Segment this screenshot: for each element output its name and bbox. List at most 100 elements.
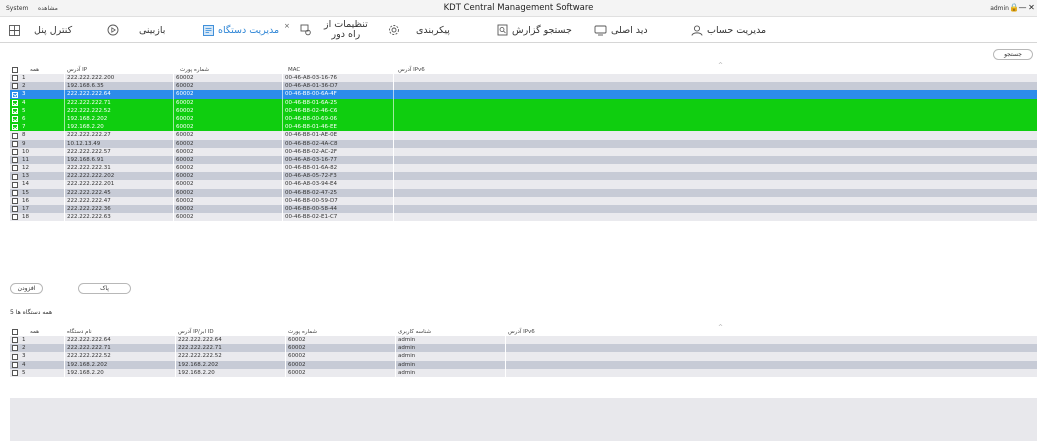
table-row[interactable]: 14 222.222.222.201 60002 00-46-A8-03-94-E4 [10, 180, 1037, 189]
cell-port: 60002 [173, 123, 285, 132]
table-row[interactable]: 17 222.222.222.36 60002 00-46-B8-00-58-44 [10, 205, 1037, 214]
row-number: 11 [22, 156, 29, 163]
cell-ip: 222.222.222.64 [64, 90, 177, 99]
row-checkbox[interactable] [12, 206, 18, 213]
row-checkbox[interactable] [12, 173, 18, 180]
cell-user_id: admin [395, 336, 505, 345]
row-checkbox[interactable] [12, 345, 18, 352]
cell-port: 60002 [173, 147, 285, 156]
nav-main-view[interactable]: دید اصلی [594, 17, 648, 43]
table-row[interactable]: 8 222.222.222.27 60002 00-46-B8-01-AE-0E [10, 131, 1037, 140]
table-row[interactable]: 18 222.222.222.63 60002 00-46-B8-02-E1-C7 [10, 213, 1037, 222]
remote-settings-icon [300, 24, 311, 36]
row-checkbox[interactable] [12, 83, 18, 90]
row-checkbox[interactable] [12, 116, 18, 123]
table-row[interactable]: 7 192.168.2.20 60002 00-46-B8-01-46-EE [10, 123, 1037, 132]
cell-ipv6 [505, 336, 1034, 345]
cell-ipv6 [393, 196, 1034, 205]
table-row[interactable]: 4 222.222.222.71 60002 00-46-B8-01-6A-25 [10, 98, 1037, 107]
close-icon[interactable]: ✕ [1027, 3, 1036, 12]
select-all-added-checkbox[interactable] [12, 328, 18, 335]
cell-ip: 10.12.13.49 [64, 139, 177, 148]
table-row[interactable]: 2 192.168.6.35 60002 00-46-A8-01-36-D7 [10, 82, 1037, 91]
row-checkbox[interactable] [12, 99, 18, 106]
nav-control-panel[interactable]: کنترل پنل [9, 17, 72, 43]
row-checkbox[interactable] [12, 165, 18, 172]
table-row[interactable]: 5 222.222.222.52 60002 00-46-B8-02-46-C6 [10, 106, 1037, 115]
table-row[interactable]: 2 222.222.222.71 222.222.222.71 60002 admin [10, 344, 1037, 353]
system-menu[interactable]: System [6, 5, 28, 12]
table-row[interactable]: 16 222.222.222.47 60002 00-46-B8-00-59-D7 [10, 196, 1037, 205]
row-checkbox[interactable] [12, 132, 18, 139]
table-row[interactable]: 6 192.168.2.202 60002 00-46-B8-00-69-06 [10, 114, 1037, 124]
row-checkbox[interactable] [12, 361, 18, 368]
clear-button[interactable]: پاک [78, 283, 131, 294]
table-row[interactable]: 15 222.222.222.45 60002 00-46-B8-02-47-25 [10, 188, 1037, 197]
table-row[interactable]: 3 222.222.222.52 222.222.222.52 60002 admin [10, 352, 1037, 361]
table-row[interactable]: 3 222.222.222.64 60002 00-46-B8-00-6A-4F [10, 90, 1037, 99]
row-checkbox[interactable] [12, 181, 18, 188]
table-row[interactable]: 10 222.222.222.57 60002 00-46-B8-02-AC-2F [10, 147, 1037, 156]
minimize-icon[interactable]: — [1018, 3, 1027, 12]
cell-ipv6 [393, 213, 1034, 222]
lock-icon[interactable]: 🔒 [1009, 3, 1019, 12]
row-checkbox[interactable] [12, 140, 18, 147]
table-row[interactable]: 13 222.222.222.202 60002 00-46-A8-05-72-F3 [10, 172, 1037, 181]
header-ip-cloud-id[interactable]: آدرس IP/ابر ID [178, 329, 214, 335]
cell-ipv6 [393, 98, 1034, 107]
select-all-checkbox[interactable] [12, 66, 18, 73]
cell-ip: 222.222.222.71 [64, 98, 177, 107]
header-all: همه [30, 67, 40, 73]
header-user-id[interactable]: شناسه کاربری [398, 329, 431, 335]
row-checkbox[interactable] [12, 108, 18, 115]
nav-playback[interactable]: بازبینی [107, 17, 165, 43]
table-row[interactable]: 1 222.222.222.200 60002 00-46-A8-03-16-76 [10, 74, 1037, 83]
row-checkbox[interactable] [12, 214, 18, 221]
sort-caret-icon-added: ^ [718, 324, 724, 331]
header-port-added[interactable]: شماره پورت [288, 329, 317, 335]
nav-remote-settings[interactable]: تنظیمات از راه دور [300, 17, 368, 43]
cell-port: 60002 [173, 188, 285, 197]
row-checkbox[interactable] [12, 353, 18, 360]
add-button[interactable]: افزودن [10, 283, 43, 294]
cell-mac: 00-46-B8-00-59-D7 [282, 196, 393, 205]
cell-ipv6 [393, 172, 1034, 181]
header-device-name[interactable]: نام دستگاه [67, 329, 92, 335]
nav-account-management[interactable]: مدیریت حساب [691, 17, 766, 43]
row-checkbox[interactable] [12, 75, 18, 82]
table-row[interactable]: 9 10.12.13.49 60002 00-46-B8-02-4A-C8 [10, 139, 1037, 148]
play-icon [107, 24, 119, 36]
nav-playback-label: بازبینی [139, 24, 166, 36]
header-ipv6-added[interactable]: آدرس IPv6 [508, 329, 535, 335]
row-checkbox[interactable] [12, 124, 18, 131]
search-button[interactable]: جستجو [993, 49, 1033, 60]
cell-port: 60002 [285, 352, 395, 361]
header-ip[interactable]: آدرس IP [67, 67, 87, 73]
cell-port: 60002 [173, 155, 285, 165]
header-ipv6[interactable]: آدرس IPv6 [398, 67, 425, 73]
cell-user_id: admin [395, 352, 505, 361]
cell-ipv6 [393, 147, 1034, 156]
row-checkbox[interactable] [12, 198, 18, 205]
cell-mac: 00-46-B8-01-6A-82 [282, 164, 393, 173]
view-menu[interactable]: مشاهده [38, 5, 58, 12]
header-mac[interactable]: MAC [288, 67, 300, 73]
row-checkbox[interactable] [12, 148, 18, 155]
table-row[interactable]: 4 192.168.2.202 192.168.2.202 60002 admin [10, 360, 1037, 369]
table-row[interactable]: 1 222.222.222.64 222.222.222.64 60002 admin [10, 336, 1037, 345]
nav-configuration[interactable]: پیکربندی [388, 17, 450, 43]
row-checkbox[interactable] [12, 337, 18, 344]
cell-port: 60002 [173, 205, 285, 214]
row-checkbox[interactable] [12, 91, 18, 98]
nav-device-management[interactable]: مدیریت دستگاه [203, 17, 279, 43]
table-row[interactable]: 5 192.168.2.20 192.168.2.20 60002 admin [10, 368, 1037, 377]
nav-report-search[interactable]: جستجو گزارش [497, 17, 572, 43]
row-checkbox[interactable] [12, 370, 18, 377]
cell-port: 60002 [173, 98, 285, 107]
table-row[interactable]: 11 192.168.6.91 60002 00-46-A8-03-16-77 [10, 155, 1037, 165]
header-port[interactable]: شماره پورت [180, 67, 209, 73]
row-checkbox[interactable] [12, 157, 18, 164]
table-row[interactable]: 12 222.222.222.31 60002 00-46-B8-01-6A-82 [10, 164, 1037, 173]
row-checkbox[interactable] [12, 189, 18, 196]
close-tab-icon[interactable]: × [284, 22, 290, 30]
